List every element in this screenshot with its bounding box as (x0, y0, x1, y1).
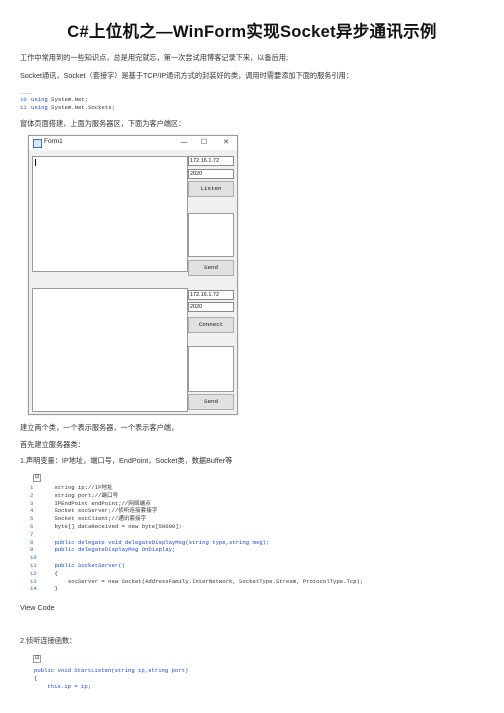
code-line: 9 public delegateDisplayMsg OnDisplay; (30, 546, 176, 554)
code-line: 11 public SocketServer() (30, 561, 125, 569)
code-line: { (34, 674, 38, 682)
code-line: 12 { (30, 569, 58, 577)
listen-code-block: public void StartListen(string ip,string… (34, 667, 188, 690)
form-window: Form1 — ☐ ✕ 172.16.1.72 2020 Listen Send… (28, 135, 238, 415)
server-ip-input[interactable]: 172.16.1.72 (188, 156, 234, 166)
collapse-icon[interactable]: ⊟ (33, 474, 41, 482)
view-code-link[interactable]: View Code (20, 603, 55, 612)
code-line: public void StartListen(string ip,string… (34, 667, 189, 674)
server-port-input[interactable]: 2020 (188, 169, 234, 179)
text-caret (35, 159, 36, 166)
server-send-button[interactable]: Send (188, 260, 234, 276)
code-line: 11 using System.Net.Sockets; (20, 103, 115, 111)
listen-button[interactable]: Listen (188, 181, 234, 197)
code-line: 6 byte[] dataReceived = new byte[50000]; (30, 522, 182, 530)
form-icon (33, 139, 42, 148)
listen-function-paragraph: 2.侦听连接函数： (20, 636, 77, 645)
connect-button[interactable]: Connect (188, 317, 234, 333)
code-line: 14 } (30, 585, 58, 593)
window-titlebar: Form1 — ☐ ✕ (29, 136, 237, 150)
code-line: 8 public delegate void delegateDisplayMs… (30, 538, 270, 546)
server-send-textbox[interactable] (188, 213, 234, 257)
code-line: 7 (30, 530, 34, 538)
client-log-textbox[interactable] (32, 288, 188, 412)
using-code-block: 10 using System.Net; 11 using System.Net.S… (20, 96, 115, 112)
form-layout-paragraph: 窗体页面搭建，上面为服务器区，下面为客户端区： (20, 119, 186, 128)
code-line: 2 string port;//端口号 (30, 491, 119, 499)
close-icon[interactable]: ✕ (219, 137, 233, 149)
article-page: C#上位机之—WinForm实现Socket异步通讯示例 工作中常用到的一些知识… (0, 0, 504, 713)
code-line: 13 socServer = new Socket(AddressFamily.… (30, 577, 364, 585)
maximize-icon[interactable]: ☐ (197, 137, 211, 149)
client-ip-input[interactable]: 172.16.1.72 (188, 290, 234, 300)
code-line: this.ip = ip; (34, 682, 92, 690)
code-line: 10 (30, 554, 37, 562)
code-line: 10 using System.Net; (20, 96, 89, 103)
minimize-icon[interactable]: — (177, 137, 191, 149)
server-log-textbox[interactable] (32, 156, 188, 272)
article-title: C#上位机之—WinForm实现Socket异步通讯示例 (67, 23, 437, 41)
server-class-paragraph: 首先建立服务器类： (20, 440, 85, 449)
classes-paragraph: 建立两个类，一个表示服务器，一个表示客户端， (20, 423, 179, 432)
server-fields-code-block: 1 string ip;//IP地址 2 string port;//端口号 3… (30, 484, 363, 593)
client-port-input[interactable]: 2020 (188, 302, 234, 312)
client-send-textbox[interactable] (188, 346, 234, 392)
socket-paragraph: Socket通讯，Socket（套接字）是基于TCP/IP通讯方式的封装好的类，… (20, 71, 354, 80)
window-title: Form1 (44, 138, 63, 145)
code-line: 1 string ip;//IP地址 (30, 484, 113, 491)
client-send-button[interactable]: Send (188, 394, 234, 410)
collapse-icon[interactable]: ⊟ (33, 655, 41, 663)
declare-variables-paragraph: 1.声明变量：IP地址，端口号，EndPoint，Socket类，数据Buffe… (20, 456, 233, 465)
code-line: 5 Socket socClient;//通讯套接字 (30, 515, 147, 523)
intro-paragraph: 工作中常用到的一些知识点，总是用完就忘，第一次尝试用博客记录下来，以备后用; (20, 53, 288, 62)
